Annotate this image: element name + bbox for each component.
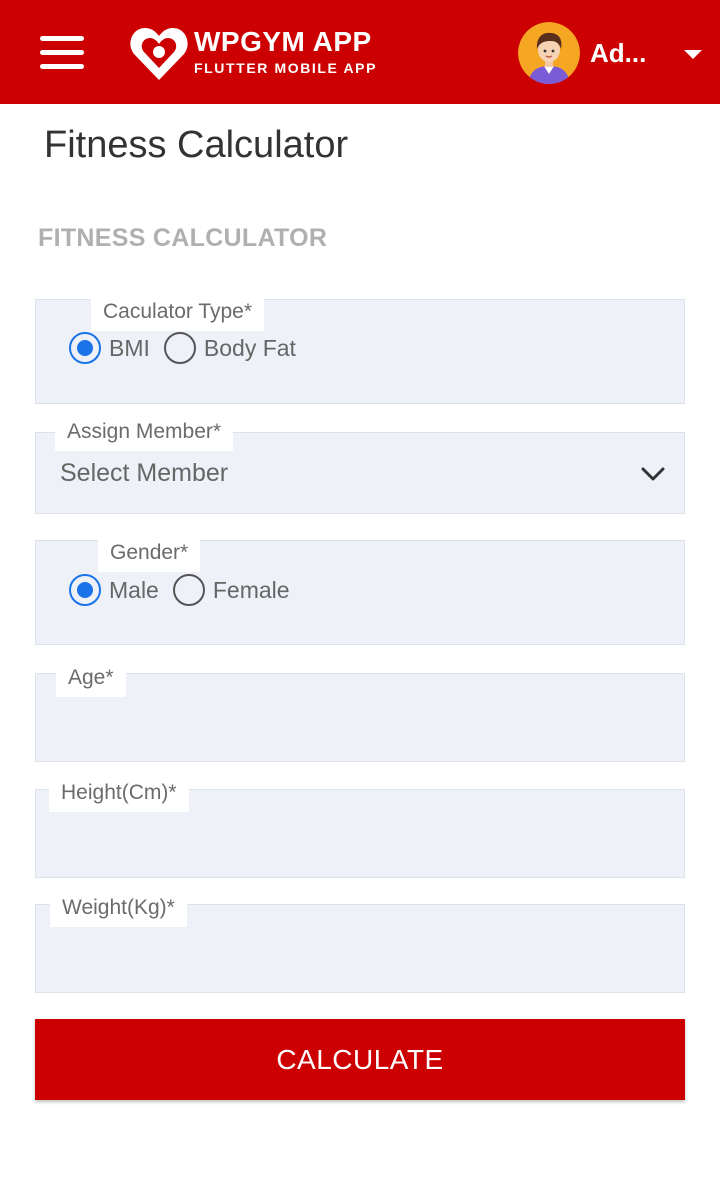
- radio-female-label: Female: [212, 576, 290, 603]
- weight-input[interactable]: Weight(Kg)*: [35, 893, 685, 993]
- hamburger-menu-icon[interactable]: [40, 36, 84, 70]
- radio-bmi[interactable]: [69, 332, 101, 364]
- heart-logo-icon: [130, 28, 188, 80]
- calculate-button-label: CALCULATE: [276, 1043, 444, 1075]
- page-title: Fitness Calculator: [44, 124, 349, 166]
- caret-down-icon[interactable]: [684, 50, 702, 59]
- app-title: WPGYM APP: [194, 26, 372, 57]
- radio-male-label: Male: [109, 576, 159, 603]
- radio-female[interactable]: [172, 574, 205, 606]
- height-label: Height(Cm)*: [49, 778, 189, 812]
- assign-member-label: Assign Member*: [55, 417, 234, 451]
- gender-label: Gender*: [98, 538, 201, 572]
- radio-bmi-label: BMI: [109, 334, 150, 361]
- calculator-type-field: Caculator Type* BMI Body Fat: [35, 297, 685, 404]
- radio-male[interactable]: [69, 574, 101, 606]
- user-name: Ad...: [590, 38, 647, 68]
- radio-option-body-fat[interactable]: Body Fat: [163, 332, 296, 364]
- calculator-type-label: Caculator Type*: [91, 297, 265, 331]
- app-logo: WPGYM APP FLUTTER MOBILE APP: [128, 22, 398, 84]
- radio-option-male[interactable]: Male: [69, 574, 159, 606]
- chevron-down-icon[interactable]: [640, 461, 666, 487]
- age-input[interactable]: Age*: [35, 663, 685, 762]
- height-input[interactable]: Height(Cm)*: [35, 778, 685, 878]
- app-subtitle: FLUTTER MOBILE APP: [194, 60, 378, 76]
- calculate-button[interactable]: CALCULATE: [35, 1019, 685, 1100]
- app-bar: WPGYM APP FLUTTER MOBILE APP Ad...: [0, 0, 720, 104]
- section-title: FITNESS CALCULATOR: [38, 224, 328, 252]
- calculator-type-radio-group: BMI Body Fat: [69, 332, 310, 364]
- radio-body-fat-label: Body Fat: [203, 334, 296, 361]
- gender-field: Gender* Male Female: [35, 538, 685, 645]
- assign-member-select[interactable]: Assign Member* Select Member: [35, 417, 685, 514]
- assign-member-value: Select Member: [60, 459, 229, 487]
- radio-option-female[interactable]: Female: [172, 574, 290, 606]
- radio-body-fat[interactable]: [163, 332, 196, 364]
- user-avatar: [518, 22, 580, 84]
- radio-option-bmi[interactable]: BMI: [69, 332, 150, 364]
- user-menu[interactable]: Ad...: [518, 22, 708, 84]
- gender-radio-group: Male Female: [69, 574, 304, 606]
- weight-label: Weight(Kg)*: [50, 893, 187, 927]
- age-label: Age*: [56, 663, 126, 697]
